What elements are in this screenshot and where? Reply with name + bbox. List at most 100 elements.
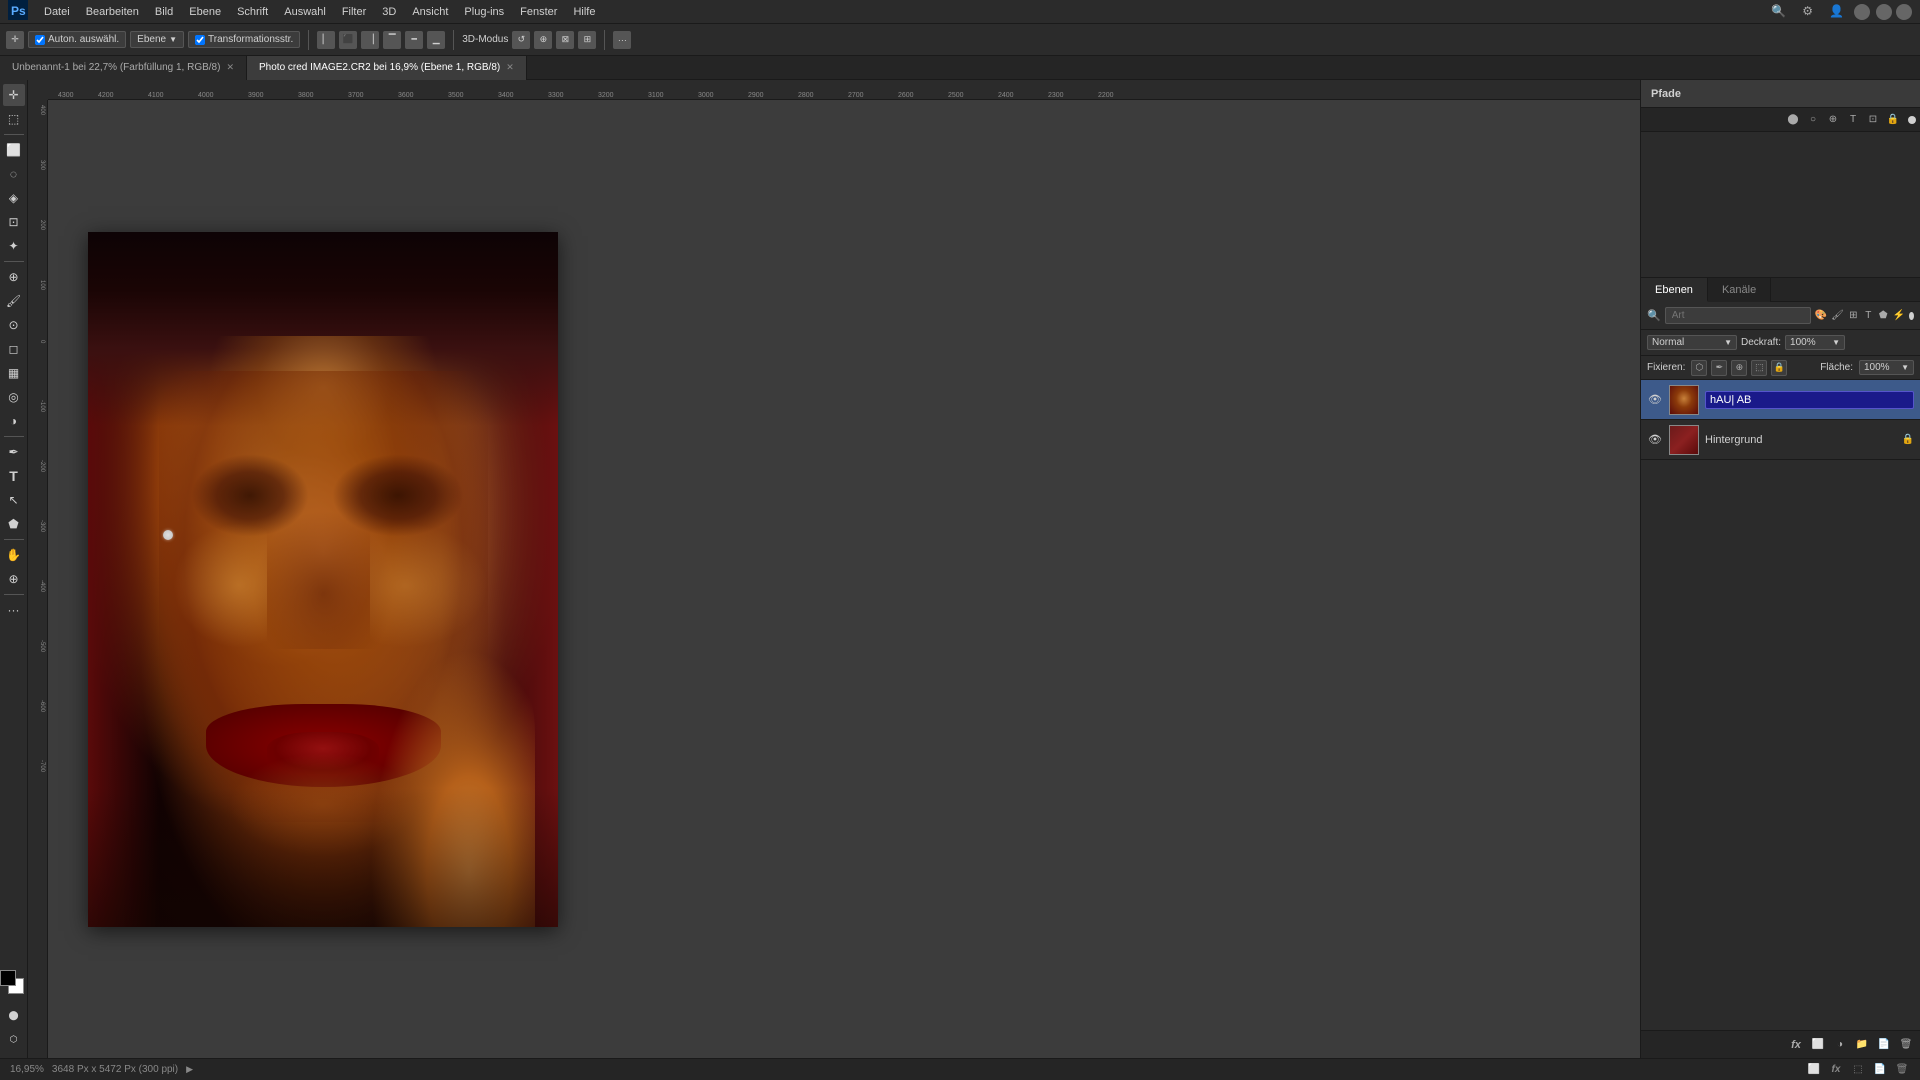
text-tool[interactable]: T (3, 465, 25, 487)
opacity-value-dropdown[interactable]: 100% ▼ (1785, 335, 1845, 350)
pfade-tool-1[interactable]: ⬤ (1784, 111, 1802, 129)
menu-filter[interactable]: Filter (334, 0, 374, 24)
tab-kanaele[interactable]: Kanäle (1708, 278, 1771, 302)
layer-item-1[interactable]: 👁 Hintergrund 🔒 (1641, 420, 1920, 460)
heal-tool[interactable]: ⊕ (3, 266, 25, 288)
delete-layer-button[interactable]: 🗑 (1896, 1035, 1916, 1055)
win-close[interactable] (1896, 4, 1912, 20)
new-layer-button[interactable]: 📄 (1874, 1035, 1894, 1055)
pfade-tool-6[interactable]: 🔒 (1884, 111, 1902, 129)
zoom-tool[interactable]: ⊕ (3, 568, 25, 590)
3d-scale-icon[interactable]: ⊠ (556, 31, 574, 49)
menu-bild[interactable]: Bild (147, 0, 181, 24)
status-icon-1[interactable]: ⬜ (1806, 1062, 1822, 1078)
hand-tool[interactable]: ✋ (3, 544, 25, 566)
gradient-tool[interactable]: ▦ (3, 362, 25, 384)
win-minimize[interactable] (1854, 4, 1870, 20)
quick-mask-btn[interactable]: ⬤ (3, 1004, 25, 1026)
blur-tool[interactable]: ◎ (3, 386, 25, 408)
menu-bearbeiten[interactable]: Bearbeiten (78, 0, 147, 24)
shape-tool[interactable]: ⬟ (3, 513, 25, 535)
menu-plugins[interactable]: Plug-ins (456, 0, 512, 24)
search-icon-top[interactable]: 🔍 (1765, 4, 1792, 20)
fx-status-btn[interactable]: fx (1828, 1062, 1844, 1078)
eyedrop-tool[interactable]: ✦ (3, 235, 25, 257)
layer-name-edit-0[interactable] (1705, 391, 1914, 409)
menu-ebene[interactable]: Ebene (181, 0, 229, 24)
blend-mode-dropdown[interactable]: Normal ▼ (1647, 335, 1737, 350)
layers-tool-pixel[interactable]: 🖌 (1831, 307, 1844, 325)
screen-mode-btn[interactable]: ⬡ (3, 1028, 25, 1050)
quick-select-tool[interactable]: ◈ (3, 187, 25, 209)
status-icon-4[interactable]: 📄 (1872, 1062, 1888, 1078)
align-center-v-icon[interactable]: ━ (405, 31, 423, 49)
auto-select-checkbox[interactable]: Auton. auswähl. (28, 31, 126, 48)
3d-extra-icon[interactable]: ⊞ (578, 31, 596, 49)
brush-tool[interactable]: 🖌 (3, 290, 25, 312)
layers-tool-type[interactable]: T (1863, 307, 1874, 325)
settings-icon[interactable]: ⚙ (1796, 4, 1819, 20)
pen-tool[interactable]: ✒ (3, 441, 25, 463)
pfade-tool-4[interactable]: T (1844, 111, 1862, 129)
pfade-tool-3[interactable]: ⊕ (1824, 111, 1842, 129)
menu-datei[interactable]: Datei (36, 0, 78, 24)
ebene-dropdown[interactable]: Ebene ▼ (130, 31, 184, 48)
status-icon-3[interactable]: ⬚ (1850, 1062, 1866, 1078)
foreground-color-swatch[interactable] (0, 970, 16, 986)
pfade-tool-2[interactable]: ○ (1804, 111, 1822, 129)
3d-move-icon[interactable]: ⊕ (534, 31, 552, 49)
3d-rotate-icon[interactable]: ↺ (512, 31, 530, 49)
layers-search-input[interactable] (1665, 307, 1811, 324)
crop-tool[interactable]: ⊡ (3, 211, 25, 233)
tab-1[interactable]: Photo cred IMAGE2.CR2 bei 16,9% (Ebene 1… (247, 56, 527, 80)
status-arrow[interactable]: ▶ (186, 1064, 193, 1075)
menu-3d[interactable]: 3D (374, 0, 404, 24)
menu-auswahl[interactable]: Auswahl (276, 0, 334, 24)
transformations-checkbox[interactable]: Transformationsstr. (188, 31, 300, 48)
align-right-icon[interactable]: ▕ (361, 31, 379, 49)
menu-ansicht[interactable]: Ansicht (404, 0, 456, 24)
new-adjustment-button[interactable]: ◑ (1830, 1035, 1850, 1055)
align-bottom-icon[interactable]: ▁ (427, 31, 445, 49)
layers-tool-kind[interactable]: 🎨 (1815, 307, 1827, 325)
layer-visibility-1[interactable]: 👁 (1647, 432, 1663, 448)
tab-0[interactable]: Unbenannt-1 bei 22,7% (Farbfüllung 1, RG… (0, 56, 247, 80)
lock-pixel-icon[interactable]: ⬡ (1691, 360, 1707, 376)
close-tab-1[interactable]: ✕ (506, 62, 514, 73)
layers-tool-shape[interactable]: ⬟ (1878, 307, 1889, 325)
layer-visibility-0[interactable]: 👁 (1647, 392, 1663, 408)
tab-ebenen[interactable]: Ebenen (1641, 278, 1708, 302)
align-center-h-icon[interactable]: ⬛ (339, 31, 357, 49)
more-options-icon[interactable]: ··· (613, 31, 631, 49)
menu-fenster[interactable]: Fenster (512, 0, 565, 24)
move-tool-icon[interactable]: ✛ (6, 31, 24, 49)
path-select-tool[interactable]: ↖ (3, 489, 25, 511)
lock-move-icon[interactable]: ⊕ (1731, 360, 1747, 376)
status-icon-5[interactable]: 🗑 (1894, 1062, 1910, 1078)
menu-schrift[interactable]: Schrift (229, 0, 276, 24)
dodge-tool[interactable]: ◑ (3, 410, 25, 432)
move-tool[interactable]: ✛ (3, 84, 25, 106)
lock-artboard-icon[interactable]: ⬚ (1751, 360, 1767, 376)
new-group-button[interactable]: 📁 (1852, 1035, 1872, 1055)
lock-all-icon[interactable]: 🔒 (1771, 360, 1787, 376)
marquee-tool[interactable]: ⬜ (3, 139, 25, 161)
eraser-tool[interactable]: ◻ (3, 338, 25, 360)
flaeche-dropdown[interactable]: 100% ▼ (1859, 360, 1914, 375)
align-left-icon[interactable]: ▏ (317, 31, 335, 49)
user-icon[interactable]: 👤 (1823, 4, 1850, 20)
artboard-tool[interactable]: ⬚ (3, 108, 25, 130)
layer-item-0[interactable]: 👁 (1641, 380, 1920, 420)
layers-tool-adjust[interactable]: ⊞ (1848, 307, 1859, 325)
lasso-tool[interactable]: ◌ (3, 163, 25, 185)
win-maximize[interactable] (1876, 4, 1892, 20)
align-top-icon[interactable]: ▔ (383, 31, 401, 49)
add-mask-button[interactable]: ⬜ (1808, 1035, 1828, 1055)
more-tools[interactable]: ··· (3, 599, 25, 621)
close-tab-0[interactable]: ✕ (226, 62, 234, 73)
lock-draw-icon[interactable]: ✒ (1711, 360, 1727, 376)
layers-tool-smart[interactable]: ⚡ (1893, 307, 1905, 325)
stamp-tool[interactable]: ⊙ (3, 314, 25, 336)
pfade-tool-5[interactable]: ⊡ (1864, 111, 1882, 129)
menu-hilfe[interactable]: Hilfe (565, 0, 603, 24)
